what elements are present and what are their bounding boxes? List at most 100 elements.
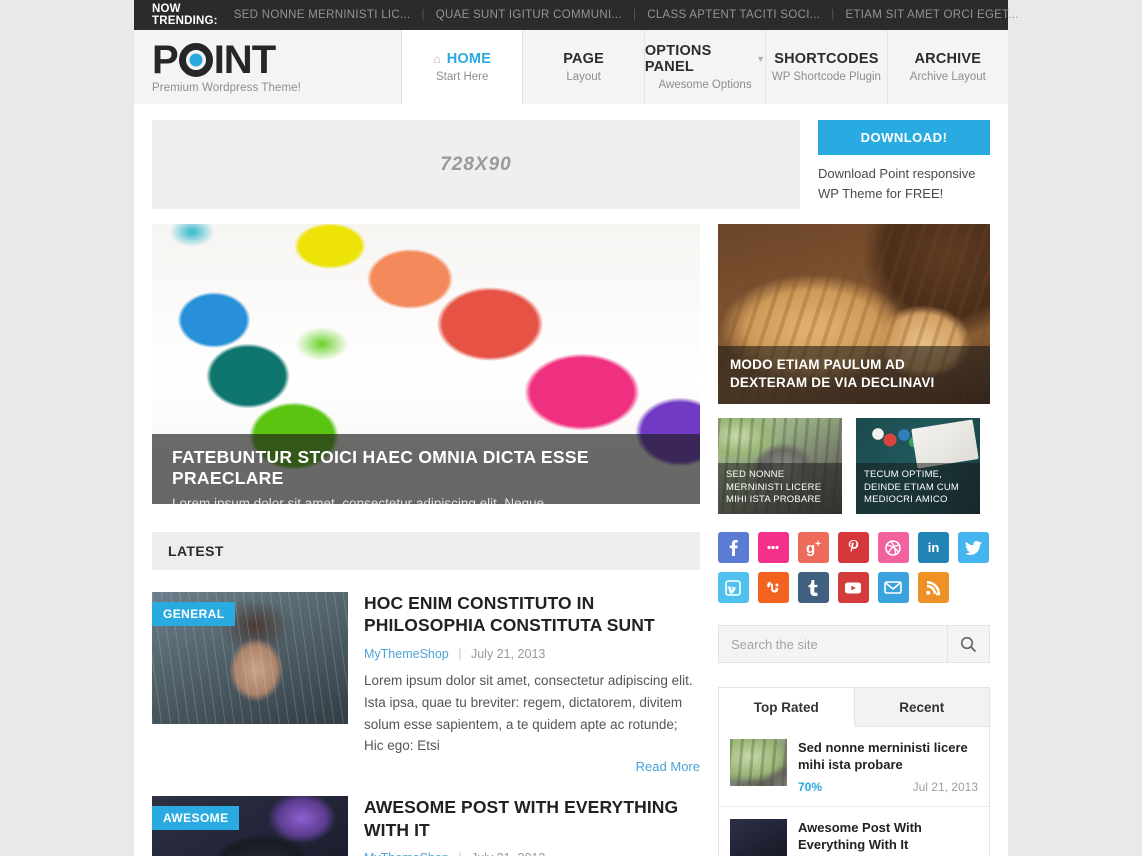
nav-title-options-panel: OPTIONS PANEL ▼ bbox=[645, 43, 765, 75]
dribbble-icon[interactable] bbox=[877, 532, 909, 563]
download-button[interactable]: DOWNLOAD! bbox=[818, 120, 990, 155]
google-plus-icon[interactable]: g+ bbox=[797, 532, 829, 563]
widget-item-date: Jul 21, 2013 bbox=[912, 779, 978, 794]
nav-sub-shortcodes: WP Shortcode Plugin bbox=[771, 71, 881, 83]
nav-item-page[interactable]: PAGE Layout bbox=[523, 30, 645, 104]
widget-item-body: Awesome Post With Everything With It bbox=[798, 819, 978, 856]
nav-label-home: HOME bbox=[446, 51, 492, 67]
widget-image-grey-kitten bbox=[729, 739, 787, 786]
meta-separator: | bbox=[458, 851, 461, 856]
download-line-1: Download Point responsive bbox=[818, 166, 976, 181]
trending-item-1[interactable]: QUAE SUNT IGITUR COMMUNI... bbox=[436, 9, 622, 21]
search-box[interactable] bbox=[717, 625, 990, 663]
tab-top-rated[interactable]: Top Rated bbox=[718, 688, 855, 727]
post-list-item: GENERAL HOC ENIM CONSTITUTO IN PHILOSOPH… bbox=[152, 592, 700, 774]
post-author-link[interactable]: MyThemeShop bbox=[364, 647, 449, 661]
nav-label-archive: ARCHIVE bbox=[914, 51, 982, 67]
widget-thumbnail bbox=[729, 739, 787, 786]
nav-item-archive[interactable]: ARCHIVE Archive Layout bbox=[887, 30, 1009, 104]
nav-item-shortcodes[interactable]: SHORTCODES WP Shortcode Plugin bbox=[766, 30, 888, 104]
widget-item-percent: 70% bbox=[797, 779, 823, 794]
widget-thumbnail bbox=[729, 818, 787, 856]
widget-image-game-controller bbox=[729, 818, 787, 856]
trending-separator: | bbox=[831, 9, 835, 21]
search-input[interactable] bbox=[718, 636, 947, 652]
latest-heading: LATEST bbox=[152, 532, 700, 570]
meta-separator: | bbox=[458, 646, 462, 661]
read-more-link[interactable]: Read More bbox=[364, 759, 700, 774]
search-icon bbox=[960, 636, 977, 652]
download-description: Download Point responsive WP Theme for F… bbox=[818, 164, 990, 204]
logo-wordmark: P INT bbox=[152, 37, 401, 82]
trending-separator: | bbox=[632, 9, 637, 21]
tab-recent[interactable]: Recent bbox=[854, 688, 990, 727]
post-author-link[interactable]: MyThemeShop bbox=[364, 851, 449, 856]
logo-letters-int: INT bbox=[213, 37, 276, 82]
nav-title-page: PAGE bbox=[563, 51, 604, 67]
post-list-item: AWESOME AWESOME POST WITH EVERYTHING WIT… bbox=[152, 796, 700, 856]
slider-excerpt: Lorem ipsum dolor sit amet, consectetur … bbox=[172, 496, 545, 504]
nav-title-shortcodes: SHORTCODES bbox=[774, 51, 878, 67]
facebook-icon[interactable] bbox=[717, 532, 749, 563]
post-thumbnail[interactable]: AWESOME bbox=[152, 796, 348, 856]
post-thumbnail[interactable]: GENERAL bbox=[152, 592, 348, 724]
widget-item-meta: 70% Jul 21, 2013 bbox=[798, 780, 978, 794]
post-title[interactable]: AWESOME POST WITH EVERYTHING WITH IT bbox=[364, 796, 700, 841]
sidebar-widget-rated: Top Rated Recent Sed nonne merninisti li… bbox=[717, 687, 990, 856]
trending-label: NOW TRENDING: bbox=[152, 3, 218, 27]
feature-card-small-1[interactable]: SED NONNE MERNINISTI LICERE MIHI ISTA PR… bbox=[717, 418, 842, 514]
post-category-badge[interactable]: GENERAL bbox=[152, 602, 236, 626]
post-excerpt: Lorem ipsum dolor sit amet, consectetur … bbox=[364, 672, 693, 754]
feature-small-title-2: TECUM OPTIME, DEINDE ETIAM CUM MEDIOCRI … bbox=[855, 463, 980, 514]
tumblr-icon[interactable] bbox=[797, 572, 829, 603]
trending-item-2[interactable]: CLASS APTENT TACITI SOCI... bbox=[647, 9, 820, 21]
main-column: LATEST GENERAL HOC ENIM CONSTITUTO IN PH… bbox=[152, 532, 700, 856]
post-title[interactable]: HOC ENIM CONSTITUTO IN PHILOSOPHIA CONST… bbox=[364, 592, 700, 637]
main-navigation: ⌂ HOME Start Here PAGE Layout OPTIONS PA… bbox=[402, 30, 1009, 104]
pinterest-icon[interactable] bbox=[837, 532, 869, 563]
logo-tagline: Premium Wordpress Theme! bbox=[152, 81, 301, 94]
ad-banner-728x90[interactable]: 728X90 bbox=[152, 120, 800, 209]
widget-list-item[interactable]: Awesome Post With Everything With It bbox=[719, 807, 989, 856]
flickr-icon[interactable] bbox=[757, 532, 789, 563]
nav-sub-archive: Archive Layout bbox=[909, 71, 986, 83]
post-meta: MyThemeShop | July 21, 2013 bbox=[364, 647, 700, 661]
site-header: P INT Premium Wordpress Theme! ⌂ HOME St… bbox=[134, 30, 1009, 104]
linkedin-icon[interactable]: in bbox=[917, 532, 949, 563]
google-plus-glyph: g+ bbox=[805, 538, 821, 557]
nav-sub-options-panel: Awesome Options bbox=[658, 79, 752, 91]
ad-size-label: 728X90 bbox=[440, 153, 512, 175]
feature-card-small-2[interactable]: TECUM OPTIME, DEINDE ETIAM CUM MEDIOCRI … bbox=[855, 418, 980, 514]
widget-item-title: Awesome Post With Everything With It bbox=[797, 819, 922, 852]
nav-item-options-panel[interactable]: OPTIONS PANEL ▼ Awesome Options bbox=[644, 30, 767, 104]
featured-slider[interactable]: FATEBUNTUR STOICI HAEC OMNIA DICTA ESSE … bbox=[152, 224, 700, 504]
download-column: DOWNLOAD! Download Point responsive WP T… bbox=[818, 120, 990, 209]
site-logo[interactable]: P INT Premium Wordpress Theme! bbox=[134, 30, 402, 104]
nav-sub-page: Layout bbox=[566, 71, 601, 83]
email-icon[interactable] bbox=[877, 572, 909, 603]
rss-icon[interactable] bbox=[917, 572, 949, 603]
slider-title: FATEBUNTUR STOICI HAEC OMNIA DICTA ESSE … bbox=[172, 447, 589, 488]
youtube-icon[interactable] bbox=[837, 572, 869, 603]
stumbleupon-icon[interactable] bbox=[757, 572, 789, 603]
post-meta: MyThemeShop | July 21, 2013 bbox=[364, 851, 700, 856]
trending-item-3[interactable]: ETIAM SIT AMET ORCI EGET... bbox=[846, 9, 1019, 21]
page-root: NOW TRENDING: SED NONNE MERNINISTI LIC..… bbox=[0, 0, 1142, 856]
post-body: AWESOME POST WITH EVERYTHING WITH IT MyT… bbox=[364, 796, 700, 856]
feature-large-title: MODO ETIAM PAULUM AD DEXTERAM DE VIA DEC… bbox=[717, 345, 990, 404]
widget-list-item[interactable]: Sed nonne merninisti licere mihi ista pr… bbox=[718, 727, 989, 807]
logo-o-ring-icon bbox=[178, 42, 213, 77]
nav-item-home[interactable]: ⌂ HOME Start Here bbox=[402, 30, 524, 104]
trending-item-0[interactable]: SED NONNE MERNINISTI LIC... bbox=[234, 9, 411, 21]
search-button[interactable] bbox=[947, 626, 989, 662]
ad-row: 728X90 DOWNLOAD! Download Point responsi… bbox=[134, 104, 1008, 209]
post-category-badge[interactable]: AWESOME bbox=[152, 806, 240, 831]
feature-card-large[interactable]: MODO ETIAM PAULUM AD DEXTERAM DE VIA DEC… bbox=[717, 224, 990, 404]
vimeo-icon[interactable] bbox=[717, 572, 749, 603]
content-container: 728X90 DOWNLOAD! Download Point responsi… bbox=[134, 104, 1008, 856]
lower-section: LATEST GENERAL HOC ENIM CONSTITUTO IN PH… bbox=[134, 514, 1008, 856]
social-icon-grid: g+ in bbox=[717, 532, 990, 603]
chevron-down-icon: ▼ bbox=[756, 54, 766, 64]
twitter-icon[interactable] bbox=[957, 532, 989, 563]
sidebar: g+ in Search the site Top Rated Recent S… bbox=[717, 532, 990, 856]
